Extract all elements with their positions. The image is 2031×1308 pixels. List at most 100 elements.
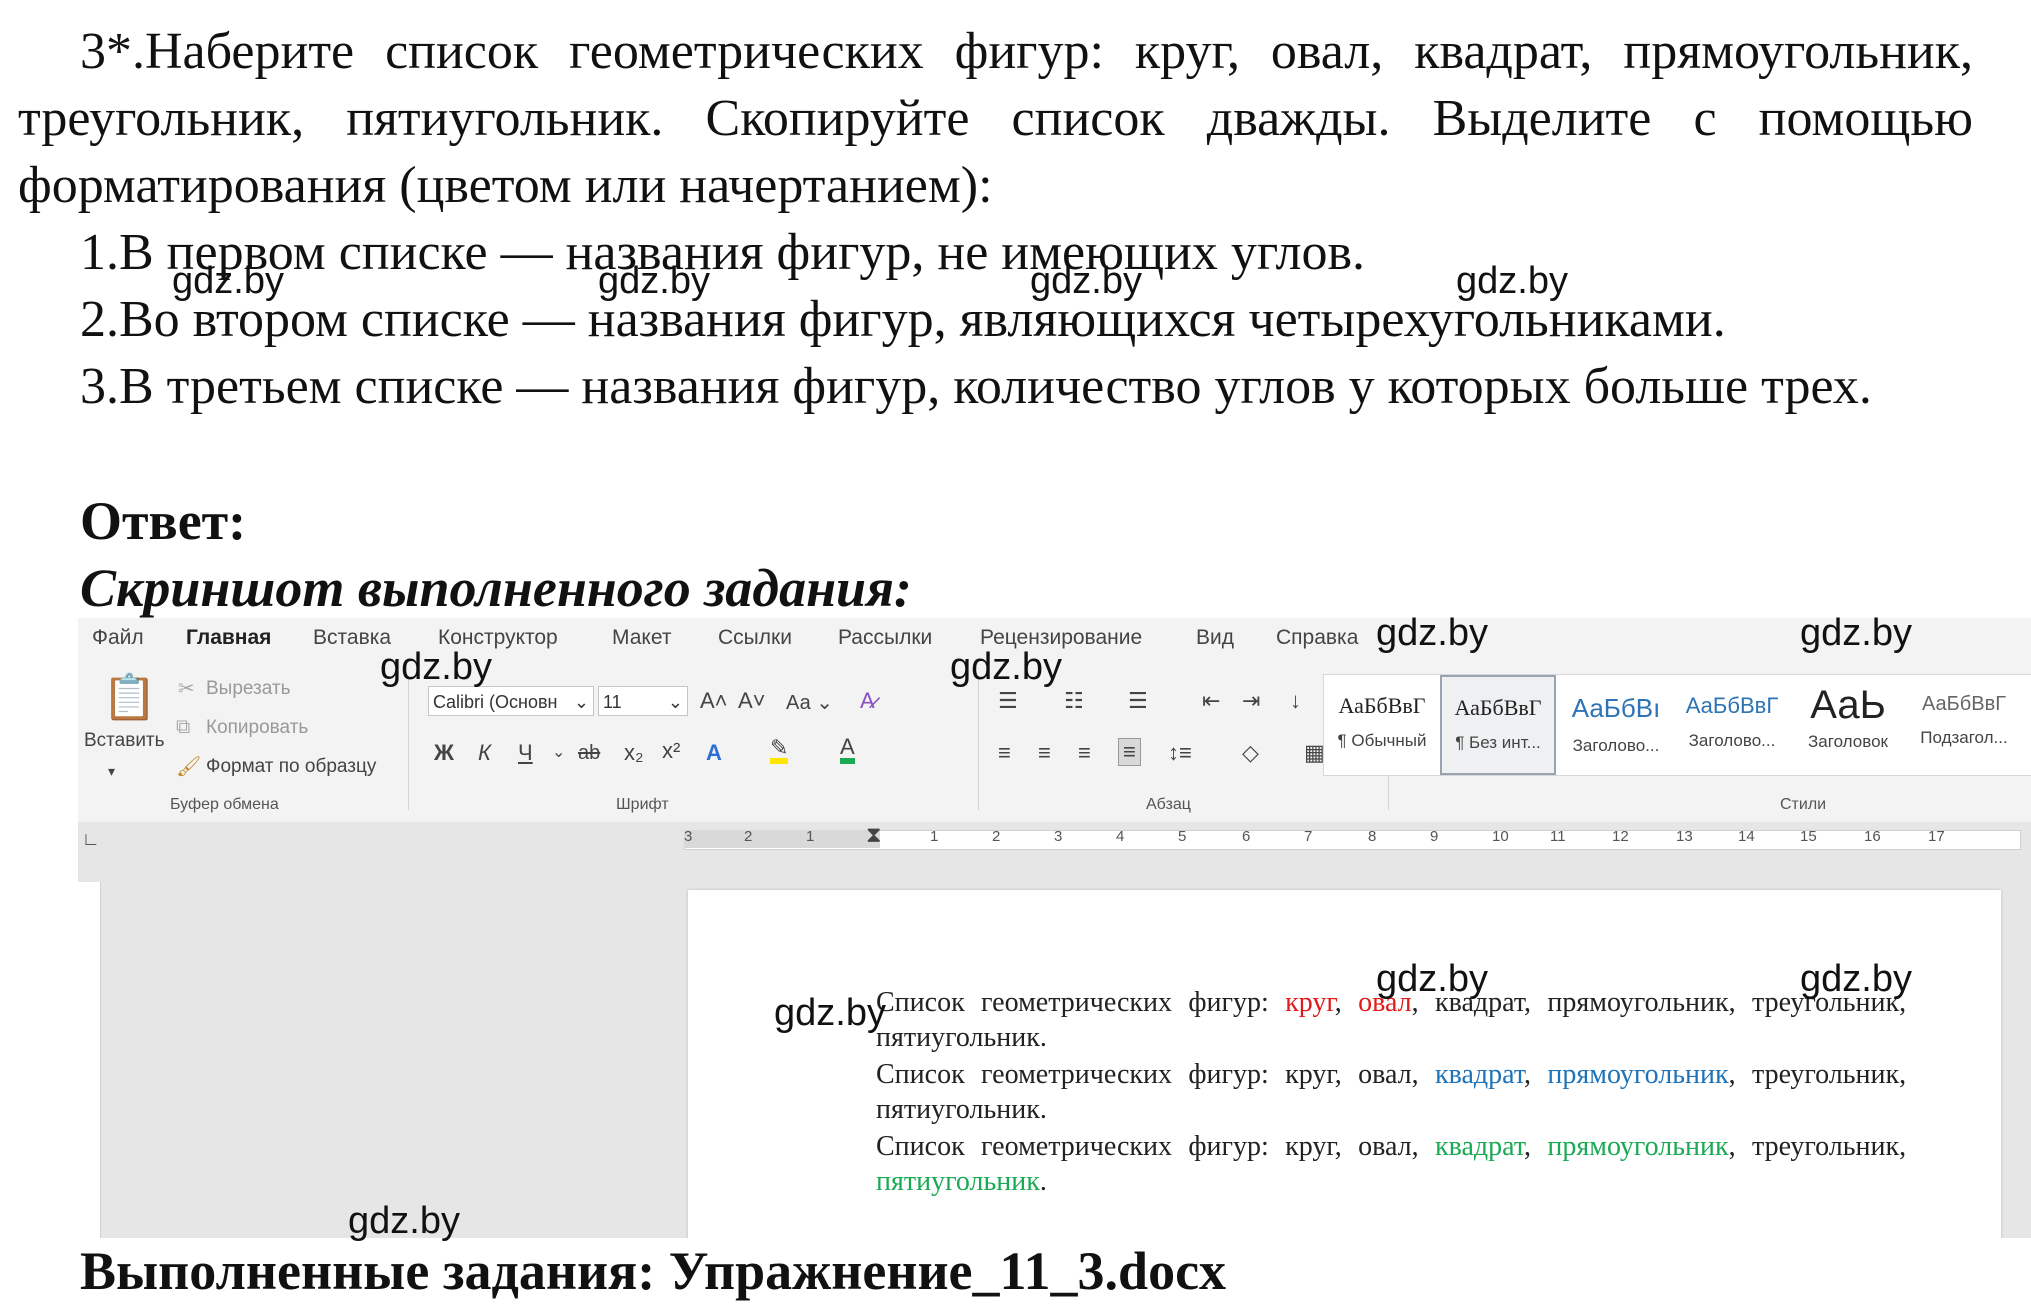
ruler-number: 6 xyxy=(1242,828,1251,845)
horizontal-ruler: ∟ 3 2 1 ⧗ 1 2 3 4 5 6 7 8 9 10 11 12 13 … xyxy=(78,822,2031,858)
change-case-button[interactable]: Аа ⌄ xyxy=(786,690,833,716)
ruler-number: 2 xyxy=(992,828,1001,845)
watermark: gdz.by xyxy=(950,646,1062,688)
chevron-down-icon[interactable]: ⌄ xyxy=(552,740,565,766)
subscript-icon[interactable]: x₂ xyxy=(624,740,644,766)
ribbon-divider xyxy=(978,676,979,810)
decrease-indent-icon[interactable]: ⇤ xyxy=(1202,688,1220,714)
task-intro: 3*.Наберите список геометрических фигур:… xyxy=(18,23,1973,214)
style-heading-1[interactable]: АаБбВı Заголово... xyxy=(1558,675,1674,775)
numbering-icon[interactable]: ☷ xyxy=(1064,688,1084,714)
cut-button[interactable]: Вырезать xyxy=(206,678,291,700)
watermark: gdz.by xyxy=(1376,612,1488,654)
font-color-icon[interactable]: A xyxy=(840,736,855,764)
format-painter-button[interactable]: Формат по образцу xyxy=(206,756,376,778)
shape-rectangle: прямоугольник xyxy=(1547,1131,1729,1162)
task-item-3: 3.В третьем списке — названия фигур, кол… xyxy=(80,358,1872,415)
ruler-number: 9 xyxy=(1430,828,1439,845)
shape-square: квадрат xyxy=(1435,1131,1524,1162)
copy-button[interactable]: Копировать xyxy=(206,717,308,739)
bullets-icon[interactable]: ☰ xyxy=(998,688,1018,714)
sort-icon[interactable]: ↓ xyxy=(1290,688,1301,714)
bold-button[interactable]: Ж xyxy=(434,740,454,766)
style-normal[interactable]: АаБбВвГ ¶ Обычный xyxy=(1324,675,1440,775)
list-3: Список геометрических фигур: круг, овал,… xyxy=(876,1131,1907,1197)
ruler-number: 3 xyxy=(684,828,693,845)
watermark: gdz.by xyxy=(380,646,492,688)
line-spacing-icon[interactable]: ↕≡ xyxy=(1168,740,1192,766)
shape-pentagon: пятиугольник xyxy=(876,1166,1040,1197)
multilevel-list-icon[interactable]: ☰ xyxy=(1128,688,1148,714)
ruler-number: 5 xyxy=(1178,828,1187,845)
ruler-number: 11 xyxy=(1550,828,1566,845)
ruler-number: 13 xyxy=(1676,828,1693,845)
vertical-ruler[interactable] xyxy=(78,882,101,1238)
ruler-number: 15 xyxy=(1800,828,1817,845)
superscript-icon[interactable]: x² xyxy=(662,738,680,764)
paragraph-group-label: Абзац xyxy=(1146,796,1191,813)
task-item-1: 1.В первом списке — названия фигур, не и… xyxy=(80,224,1366,281)
text-effects-icon[interactable]: A xyxy=(706,740,722,766)
align-right-icon[interactable]: ≡ xyxy=(1078,740,1091,766)
indent-marker-icon[interactable]: ⧗ xyxy=(866,822,881,848)
ruler-margin xyxy=(684,830,880,848)
style-no-spacing[interactable]: АаБбВвГ ¶ Без инт... xyxy=(1440,675,1556,775)
ribbon-divider xyxy=(408,676,409,810)
completed-task-label: Выполненные задания: Упражнение_11_3.doc… xyxy=(80,1241,1227,1301)
watermark: gdz.by xyxy=(598,260,710,302)
justify-icon[interactable]: ≡ xyxy=(1118,738,1141,766)
watermark: gdz.by xyxy=(1800,958,1912,1000)
shrink-font-icon[interactable]: A˅ xyxy=(738,688,766,714)
tab-references[interactable]: Ссылки xyxy=(718,626,792,650)
tab-view[interactable]: Вид xyxy=(1196,626,1234,650)
ruler-number: 14 xyxy=(1738,828,1755,845)
answer-label: Ответ: xyxy=(80,491,247,551)
tab-mailings[interactable]: Рассылки xyxy=(838,626,932,650)
style-title[interactable]: АаЬ Заголовок xyxy=(1790,675,1906,775)
increase-indent-icon[interactable]: ⇥ xyxy=(1242,688,1260,714)
highlight-icon[interactable]: ✎ xyxy=(770,737,789,764)
ruler-number: 16 xyxy=(1864,828,1881,845)
copy-icon: ⧉ xyxy=(176,716,191,738)
chevron-down-icon[interactable]: ▾ xyxy=(108,758,115,784)
grow-font-icon[interactable]: A˄ xyxy=(700,688,728,714)
styles-gallery: АаБбВвГ ¶ Обычный АаБбВвГ ¶ Без инт... АаБ… xyxy=(1323,674,2031,776)
ruler-bar[interactable] xyxy=(684,830,2021,850)
ruler-number: 2 xyxy=(744,828,753,845)
style-subtitle[interactable]: АаБбВвГ Подзагол... xyxy=(1906,675,2022,775)
word-screenshot: Файл Главная Вставка Конструктор Макет С… xyxy=(78,618,2031,1238)
ruler-number: 3 xyxy=(1054,828,1063,845)
watermark: gdz.by xyxy=(1800,612,1912,654)
paste-button[interactable]: Вставить xyxy=(84,730,165,752)
ruler-number: 4 xyxy=(1116,828,1125,845)
watermark: gdz.by xyxy=(1030,260,1142,302)
clear-formatting-icon[interactable]: A̷ xyxy=(860,688,875,714)
style-heading-2[interactable]: АаБбВвГ Заголово... xyxy=(1674,675,1790,775)
watermark: gdz.by xyxy=(1376,958,1488,1000)
scissors-icon: ✂ xyxy=(178,678,195,700)
tab-layout[interactable]: Макет xyxy=(612,626,671,650)
screenshot-title: Скриншот выполненного задания: xyxy=(80,558,912,618)
document-page[interactable]: Список геометрических фигур: круг, овал,… xyxy=(688,890,2001,1238)
align-left-icon[interactable]: ≡ xyxy=(998,740,1011,766)
font-size-select[interactable]: 11 ⌄ xyxy=(598,686,688,716)
tab-file[interactable]: Файл xyxy=(92,626,144,650)
tab-selector-icon[interactable]: ∟ xyxy=(82,826,100,852)
ruler-number: 8 xyxy=(1368,828,1377,845)
tab-home[interactable]: Главная xyxy=(186,626,271,650)
font-name-select[interactable]: Calibri (Основн ⌄ xyxy=(428,686,594,716)
borders-icon[interactable]: ▦ xyxy=(1304,740,1325,766)
shading-icon[interactable]: ◇ xyxy=(1242,740,1259,766)
underline-button[interactable]: Ч xyxy=(518,740,533,766)
strikethrough-button[interactable]: ab xyxy=(578,740,600,766)
shape-rectangle: прямоугольник xyxy=(1547,1059,1729,1090)
tab-help[interactable]: Справка xyxy=(1276,626,1358,650)
font-group-label: Шрифт xyxy=(616,796,669,813)
paste-icon[interactable]: 📋 xyxy=(102,674,157,722)
shape-circle: круг xyxy=(1285,987,1335,1018)
ruler-number: 1 xyxy=(806,828,815,845)
clipboard-group-label: Буфер обмена xyxy=(170,796,279,813)
italic-button[interactable]: К xyxy=(478,740,491,766)
align-center-icon[interactable]: ≡ xyxy=(1038,740,1051,766)
watermark: gdz.by xyxy=(172,260,284,302)
